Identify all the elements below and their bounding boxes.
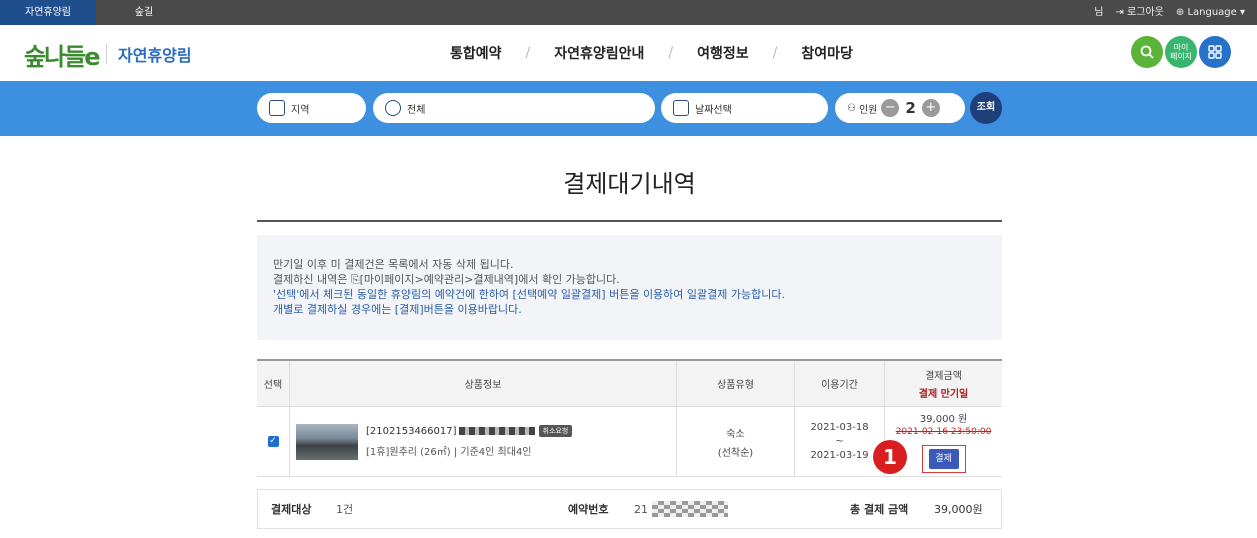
calendar-icon xyxy=(673,100,689,116)
period-start: 2021-03-18 xyxy=(810,422,869,433)
notice-box: 만기일 이후 미 결제건은 목록에서 자동 삭제 됩니다. 결제하신 내역은 ⎘… xyxy=(257,235,1002,340)
title-divider xyxy=(257,220,1002,222)
pay-button[interactable]: 결제 xyxy=(928,449,959,469)
logout-link[interactable]: ⇥ 로그아웃 xyxy=(1116,0,1164,25)
date-select[interactable]: 날짜선택 xyxy=(661,93,828,123)
mypage-button[interactable]: 마이 페이지 xyxy=(1165,36,1197,68)
masked-reservation-number xyxy=(652,501,728,517)
people-stepper: ⚇ 인원 − 2 + xyxy=(835,93,965,123)
nav-participation[interactable]: 참여마당 xyxy=(801,43,853,63)
grid-icon-glyph xyxy=(1208,45,1222,59)
nav-separator: / xyxy=(525,45,531,61)
period-end: 2021-03-19 xyxy=(810,450,869,461)
period-cell: 2021-03-18 ~ 2021-03-19 xyxy=(794,407,884,476)
top-bar: 자연휴양림 숲길 님 ⇥ 로그아웃 ⊕ Language ▾ xyxy=(0,0,1257,25)
search-band: 지역 전체 날짜선택 ⚇ 인원 − 2 + xyxy=(0,81,1257,136)
people-label: 인원 xyxy=(858,104,878,116)
target-label: 결제대상 xyxy=(271,503,312,516)
user-name: 님 xyxy=(1094,7,1104,18)
logo-divider xyxy=(106,44,107,64)
period-sep: ~ xyxy=(835,436,844,447)
top-bar-right: 님 ⇥ 로그아웃 ⊕ Language ▾ xyxy=(1094,0,1245,25)
nav-integrated-reservation[interactable]: 통합예약 xyxy=(450,43,502,63)
notice-line: 결제하신 내역은 ⎘[마이페이지>예약관리>결제내역]에서 확인 가능합니다. xyxy=(273,273,620,286)
reservation-number-label: 예약번호 xyxy=(568,503,609,516)
header-period: 이용기간 xyxy=(794,361,884,406)
header-due-label: 결제 만기일 xyxy=(918,389,969,400)
step-marker: 1 xyxy=(873,440,907,474)
logo-text[interactable]: 자연휴양림 xyxy=(118,42,192,66)
table-header: 선택 상품정보 상품유형 이용기간 결제금액 결제 만기일 xyxy=(257,361,1002,407)
people-count: 2 xyxy=(905,99,916,117)
select-cell: ✓ xyxy=(257,407,289,476)
product-thumbnail xyxy=(296,423,358,460)
page-title: 결제대기내역 xyxy=(563,170,696,198)
forest-select[interactable]: 전체 xyxy=(373,93,655,123)
notice-line: 만기일 이후 미 결제건은 목록에서 자동 삭제 됩니다. xyxy=(273,258,514,271)
logout-label: 로그아웃 xyxy=(1127,7,1164,18)
reservation-number-prefix: 21 xyxy=(634,502,648,516)
language-label: Language ▾ xyxy=(1187,7,1245,18)
product-code-line: [2102153466017] 취소요청 xyxy=(366,425,573,437)
header-amount-label: 결제금액 xyxy=(925,371,962,382)
search-icon-glyph xyxy=(1140,45,1154,59)
map-icon xyxy=(269,100,285,116)
search-icon[interactable] xyxy=(1131,36,1163,68)
people-icon: ⚇ xyxy=(847,102,856,114)
date-label: 날짜선택 xyxy=(695,104,732,116)
price: 39,000 원 xyxy=(919,414,968,425)
header-type: 상품유형 xyxy=(676,361,794,406)
region-select[interactable]: 지역 xyxy=(257,93,366,123)
region-label: 지역 xyxy=(291,104,310,116)
minus-button[interactable]: − xyxy=(881,99,900,117)
house-icon xyxy=(385,100,401,116)
tab-forest-trail[interactable]: 숲길 xyxy=(96,0,192,25)
search-submit-button[interactable]: 조회 xyxy=(970,92,1002,124)
notice-line: 개별로 결제하실 경우에는 [결제]버튼을 이용바랍니다. xyxy=(273,303,522,316)
forest-label: 전체 xyxy=(407,104,426,116)
pay-button-highlight: 결제 xyxy=(921,445,966,473)
cancel-request-badge: 취소요청 xyxy=(538,425,573,437)
main-nav: 통합예약 / 자연휴양림안내 / 여행정보 / 참여마당 xyxy=(450,43,853,63)
product-cell: [2102153466017] 취소요청 [1휴]원추리 (26㎡) | 기준4… xyxy=(289,407,676,476)
nav-travel-info[interactable]: 여행정보 xyxy=(697,43,749,63)
payment-summary: 결제대상 1건 예약번호 21 총 결제 금액 39,000원 xyxy=(257,489,1002,529)
nav-separator: / xyxy=(772,45,778,61)
product-info: [2102153466017] 취소요청 [1휴]원추리 (26㎡) | 기준4… xyxy=(366,425,573,458)
logo-mark[interactable]: 숲나들e xyxy=(24,37,101,72)
language-selector[interactable]: ⊕ Language ▾ xyxy=(1176,0,1245,25)
due-date: 2021-02-16 23:50:00 xyxy=(895,427,992,437)
nav-forest-guide[interactable]: 자연휴양림안내 xyxy=(554,43,644,63)
globe-icon: ⊕ xyxy=(1175,7,1188,18)
header-amount: 결제금액 결제 만기일 xyxy=(884,361,1002,406)
type-cell: 숙소 (선착순) xyxy=(676,407,794,476)
site-header: 숲나들e 자연휴양림 통합예약 / 자연휴양림안내 / 여행정보 / 참여마당 … xyxy=(0,25,1257,81)
logout-icon: ⇥ xyxy=(1115,7,1128,18)
header-icons: 마이 페이지 xyxy=(1131,36,1231,68)
row-checkbox[interactable]: ✓ xyxy=(267,436,279,447)
total-amount-value: 39,000원 xyxy=(934,503,983,516)
grid-menu-icon[interactable] xyxy=(1199,36,1231,68)
notice-line: '선택'에서 체크된 동일한 휴양림의 예약건에 한하여 [선택예약 일괄결제]… xyxy=(273,288,785,301)
reservation-code: [2102153466017] xyxy=(366,425,457,437)
nav-separator: / xyxy=(668,45,674,61)
plus-button[interactable]: + xyxy=(921,99,940,117)
target-value: 1건 xyxy=(336,503,354,516)
product-desc: [1휴]원추리 (26㎡) | 기준4인 최대4인 xyxy=(366,447,532,458)
type-main: 숙소 xyxy=(726,428,745,440)
total-amount-label: 총 결제 금액 xyxy=(850,503,909,516)
header-select: 선택 xyxy=(263,380,283,391)
type-sub: (선착순) xyxy=(717,447,754,459)
masked-forest-name xyxy=(458,427,535,435)
tab-natural-forest[interactable]: 자연휴양림 xyxy=(0,0,96,25)
header-product: 상품정보 xyxy=(289,361,676,406)
